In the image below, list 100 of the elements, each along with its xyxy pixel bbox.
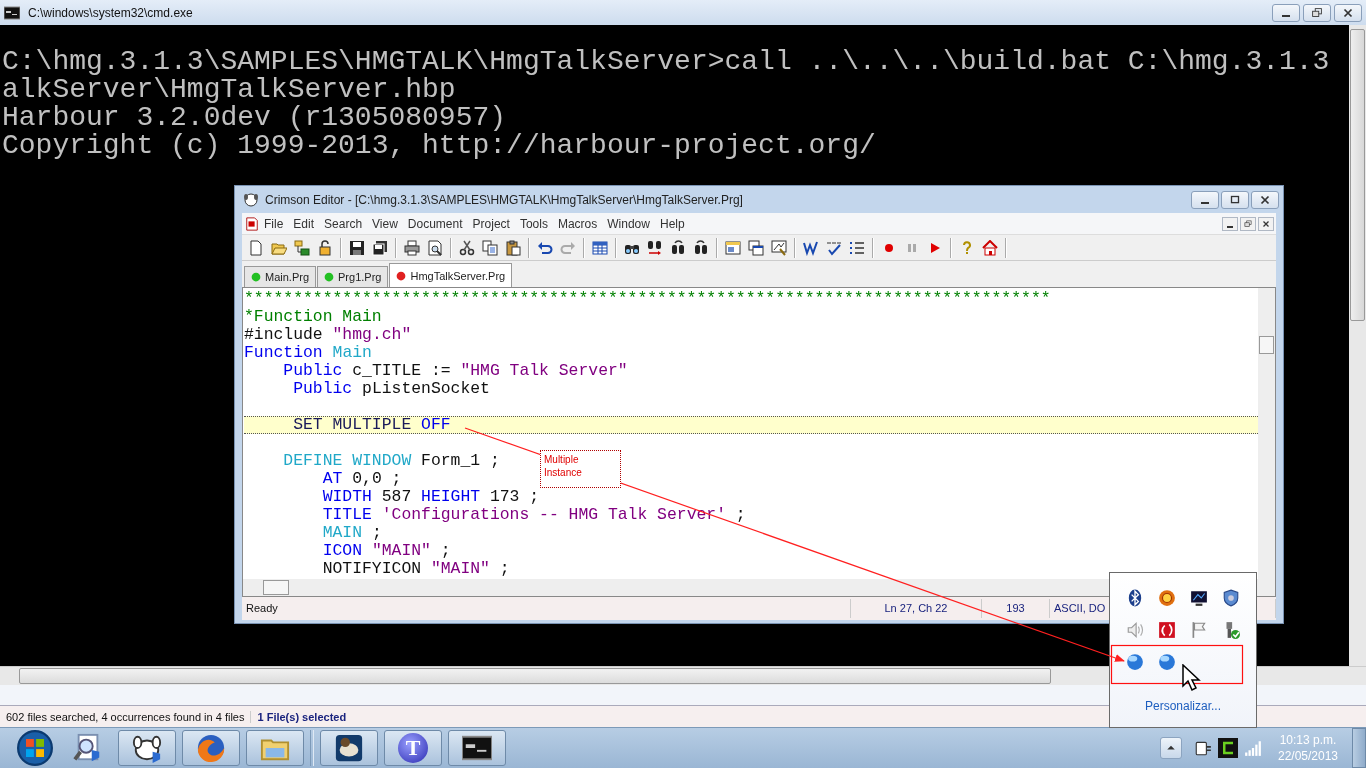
app-tile-icon[interactable]	[1158, 621, 1176, 639]
binoculars-icon[interactable]	[647, 239, 663, 256]
scroll-thumb[interactable]	[1350, 29, 1365, 321]
animal-icon	[132, 733, 162, 763]
menu-item[interactable]: Document	[402, 216, 468, 231]
shield-icon[interactable]	[1222, 589, 1240, 607]
code-line: MAIN ;	[321, 524, 382, 542]
console-line: C:\hmg.3.1.3\SAMPLES\HMGTALK\HmgTalkServer>call ..\..\..\build.bat C:\hmg.3.1.3	[2, 48, 1330, 76]
save-all-icon[interactable]	[372, 239, 388, 256]
print-preview-icon[interactable]	[427, 239, 443, 256]
scroll-thumb[interactable]	[263, 580, 289, 595]
taskbar-button[interactable]	[320, 730, 378, 766]
minimize-button[interactable]	[1272, 3, 1300, 22]
tab[interactable]: Main.Prg	[244, 266, 317, 287]
code-editor[interactable]	[242, 287, 1276, 597]
folder-tree-icon[interactable]	[294, 239, 310, 256]
tab[interactable]: HmgTalkServer.Prg	[389, 263, 513, 287]
app-icon	[243, 191, 259, 208]
menu-item[interactable]: File	[259, 216, 289, 231]
taskbar-button[interactable]	[118, 730, 176, 766]
menu-item[interactable]: View	[367, 216, 403, 231]
menu-item[interactable]: Macros	[552, 216, 603, 231]
printer-icon[interactable]	[404, 239, 420, 256]
new-file-icon[interactable]	[248, 239, 264, 256]
zigzag-icon[interactable]	[803, 239, 819, 256]
code-line: Public pListenSocket	[292, 380, 490, 398]
vertical-scrollbar[interactable]	[1349, 25, 1366, 666]
menu-item[interactable]: Search	[319, 216, 368, 231]
monitor-icon[interactable]	[1190, 589, 1208, 607]
checkmark-icon[interactable]	[826, 239, 842, 256]
menu-item[interactable]: Help	[654, 216, 690, 231]
restore-icon	[1310, 5, 1324, 20]
power-plug-icon[interactable]	[1194, 739, 1212, 757]
sheep-icon	[334, 733, 364, 763]
scroll-thumb[interactable]	[1259, 336, 1274, 354]
console-line: Harbour 3.2.0dev (r1305080957)	[2, 104, 507, 132]
menu-item[interactable]: Edit	[288, 216, 320, 231]
picture-frame-icon[interactable]	[771, 239, 787, 256]
lock-icon[interactable]	[317, 239, 333, 256]
annotation-note: Multiple Instance	[540, 450, 621, 488]
table-icon[interactable]	[592, 239, 608, 256]
ring-icon[interactable]	[1158, 589, 1176, 607]
code-line: #include "hmg.ch"	[244, 326, 412, 344]
minimize-button[interactable]	[1191, 190, 1219, 209]
globe-icon	[196, 733, 226, 763]
binoculars-icon[interactable]	[670, 239, 686, 256]
close-button[interactable]	[1334, 3, 1362, 22]
status-text: Ready	[242, 599, 851, 618]
scroll-thumb[interactable]	[19, 668, 1051, 684]
menu-item[interactable]: Window	[602, 216, 655, 231]
globe-icon[interactable]	[1126, 653, 1144, 671]
line-count: 193	[982, 599, 1050, 618]
console-icon	[4, 4, 20, 21]
home-icon[interactable]	[982, 239, 998, 256]
arc-icon[interactable]	[1218, 738, 1238, 758]
selection-count: 1 File(s) selected	[256, 710, 347, 723]
close-button[interactable]	[1258, 216, 1274, 231]
console-line: alkServer\HmgTalkServer.hbp	[2, 76, 456, 104]
minimize-button[interactable]	[1222, 216, 1238, 231]
show-hidden-icons-button[interactable]	[1160, 737, 1182, 759]
mouse-pointer-icon	[1182, 664, 1202, 692]
restore-icon	[1243, 218, 1253, 229]
numbered-list-icon[interactable]	[849, 239, 865, 256]
minimize-icon	[1282, 14, 1290, 17]
minimize-icon	[1201, 201, 1209, 204]
bluetooth-icon[interactable]	[1126, 589, 1144, 607]
flag-icon[interactable]	[1190, 621, 1208, 639]
vertical-scrollbar[interactable]	[1258, 288, 1275, 579]
window-title: C:\windows\system32\cmd.exe	[28, 5, 194, 20]
menu-item[interactable]: Project	[467, 216, 515, 231]
window-icon[interactable]	[725, 239, 741, 256]
app-icon: T	[398, 733, 428, 763]
globe-icon[interactable]	[1158, 653, 1176, 671]
restore-button[interactable]	[1303, 3, 1331, 22]
window-title: Crimson Editor - [C:\hmg.3.1.3\SAMPLES\HMGTALK\HmgTalkServer\HmgTalkServer.Prg]	[265, 192, 744, 207]
windows-logo-icon	[17, 730, 53, 766]
code-line: ICON "MAIN" ;	[321, 542, 451, 560]
menu-item[interactable]: Tools	[514, 216, 553, 231]
save-icon[interactable]	[349, 239, 365, 256]
paste-icon[interactable]	[505, 239, 521, 256]
close-button[interactable]	[1251, 190, 1279, 209]
binoculars-icon[interactable]	[693, 239, 709, 256]
document-icon[interactable]	[245, 215, 259, 232]
customize-link[interactable]: Personalizar...	[1144, 699, 1221, 713]
tab[interactable]: Prg1.Prg	[317, 266, 389, 287]
code-line: NOTIFYICON "MAIN" ;	[321, 560, 510, 578]
scissors-icon[interactable]	[459, 239, 475, 256]
console-line: Copyright (c) 1999-2013, http://harbour-project.org/	[2, 132, 876, 160]
minimize-icon	[1227, 225, 1233, 228]
restore-button[interactable]	[1240, 216, 1256, 231]
code-line: AT 0,0 ;	[321, 470, 402, 488]
windows-icon[interactable]	[748, 239, 764, 256]
maximize-button[interactable]	[1221, 190, 1249, 209]
code-line: Public c_TITLE := "HMG Talk Server"	[282, 362, 628, 380]
taskbar-button[interactable]	[448, 730, 506, 766]
code-line: **********************************************************************************	[244, 290, 1051, 308]
code-line: WIDTH 587 HEIGHT 173 ;	[321, 488, 540, 506]
copy-icon[interactable]	[482, 239, 498, 256]
console-icon	[462, 733, 492, 763]
code-line: Function Main	[244, 344, 372, 362]
